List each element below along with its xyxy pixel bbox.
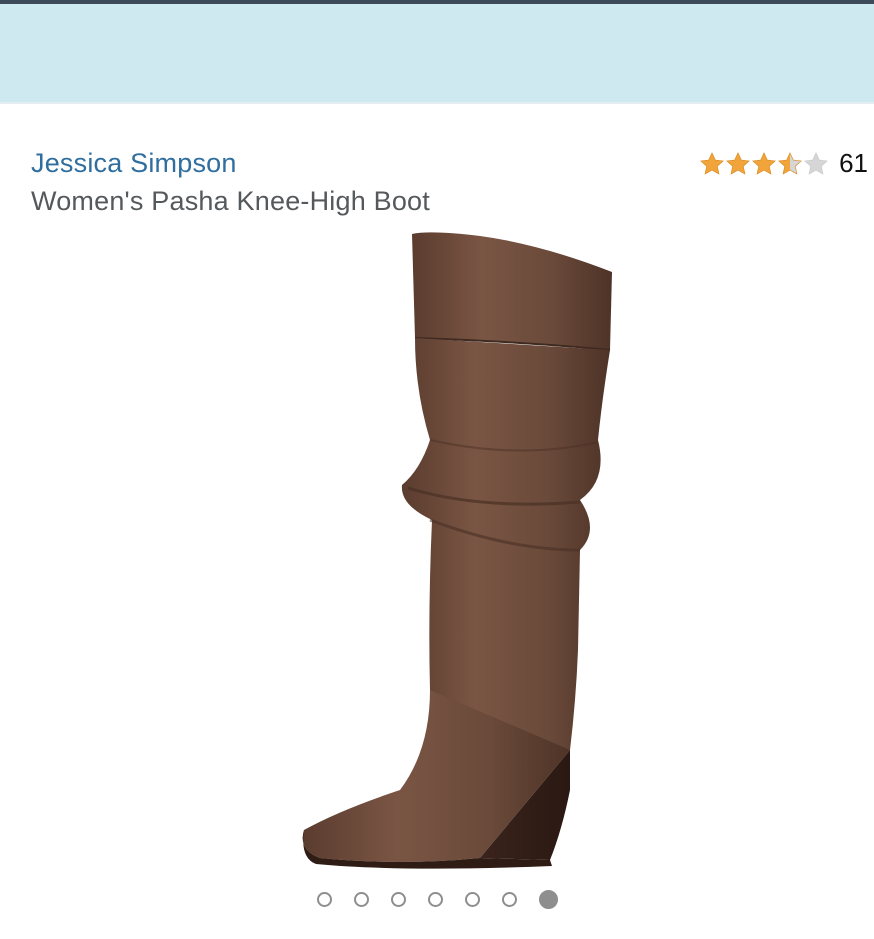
rating-count: 61	[839, 148, 868, 178]
carousel-dot[interactable]	[427, 892, 443, 907]
carousel-dot[interactable]	[464, 892, 480, 907]
rating-summary[interactable]: 61	[699, 148, 868, 179]
star-icon	[726, 151, 750, 175]
carousel-dot[interactable]	[501, 892, 517, 907]
star-icon	[700, 151, 724, 175]
star-icon	[752, 151, 776, 175]
carousel-dot[interactable]	[316, 892, 332, 907]
header-banner	[0, 4, 874, 102]
product-image[interactable]	[280, 230, 620, 870]
image-carousel-indicator	[0, 890, 874, 909]
carousel-dot[interactable]	[353, 892, 369, 907]
product-card: Jessica Simpson Women's Pasha Knee-High …	[0, 104, 874, 939]
star-icon	[778, 151, 802, 175]
carousel-dot[interactable]	[390, 892, 406, 907]
star-rating	[699, 151, 829, 177]
brand-link[interactable]: Jessica Simpson	[31, 148, 237, 179]
carousel-dot[interactable]	[538, 890, 558, 909]
product-title: Women's Pasha Knee-High Boot	[31, 186, 430, 216]
star-icon	[804, 151, 828, 175]
